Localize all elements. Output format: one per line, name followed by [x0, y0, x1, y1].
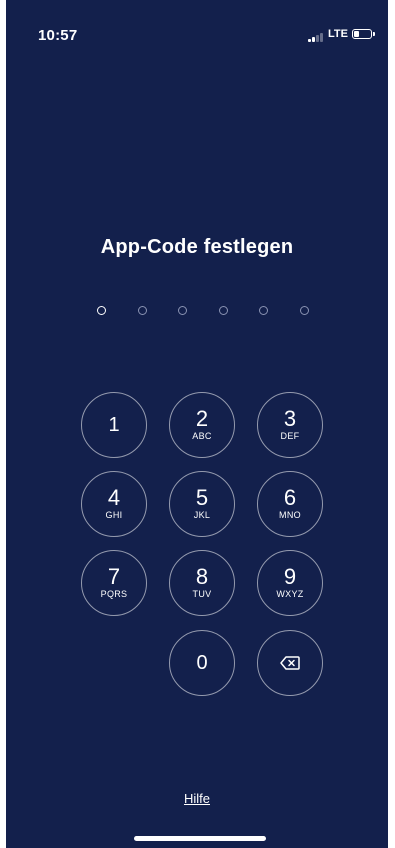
app-screen: 10:57 LTE App-Code festlegen 1 2 ABC 3 D… [6, 0, 388, 848]
home-indicator[interactable] [134, 836, 266, 841]
key-3[interactable]: 3 DEF [257, 392, 323, 458]
key-letters: DEF [280, 431, 300, 441]
key-letters: ABC [192, 431, 212, 441]
key-digit: 9 [283, 564, 297, 589]
key-9[interactable]: 9 WXYZ [257, 550, 323, 616]
key-letters: MNO [279, 510, 301, 520]
key-7[interactable]: 7 PQRS [81, 550, 147, 616]
key-digit: 5 [195, 485, 209, 510]
numeric-keypad: 1 2 ABC 3 DEF 4 GHI 5 JKL 6 MNO 7 PQRS 8… [6, 0, 388, 848]
key-digit: 4 [107, 485, 121, 510]
key-letters: TUV [192, 589, 212, 599]
key-5[interactable]: 5 JKL [169, 471, 235, 537]
key-1[interactable]: 1 [81, 392, 147, 458]
key-digit: 1 [108, 414, 120, 436]
key-digit: 2 [195, 406, 209, 431]
key-letters: JKL [193, 510, 211, 520]
help-link[interactable]: Hilfe [6, 791, 388, 806]
key-letters: WXYZ [276, 589, 304, 599]
key-4[interactable]: 4 GHI [81, 471, 147, 537]
key-0[interactable]: 0 [169, 630, 235, 696]
delete-button[interactable] [257, 630, 323, 696]
key-digit: 0 [196, 652, 208, 674]
key-letters: PQRS [100, 589, 128, 599]
key-digit: 3 [283, 406, 297, 431]
key-6[interactable]: 6 MNO [257, 471, 323, 537]
key-letters: GHI [105, 510, 123, 520]
key-8[interactable]: 8 TUV [169, 550, 235, 616]
key-digit: 8 [195, 564, 209, 589]
key-digit: 6 [283, 485, 297, 510]
backspace-icon [280, 656, 300, 670]
key-digit: 7 [107, 564, 121, 589]
key-2[interactable]: 2 ABC [169, 392, 235, 458]
